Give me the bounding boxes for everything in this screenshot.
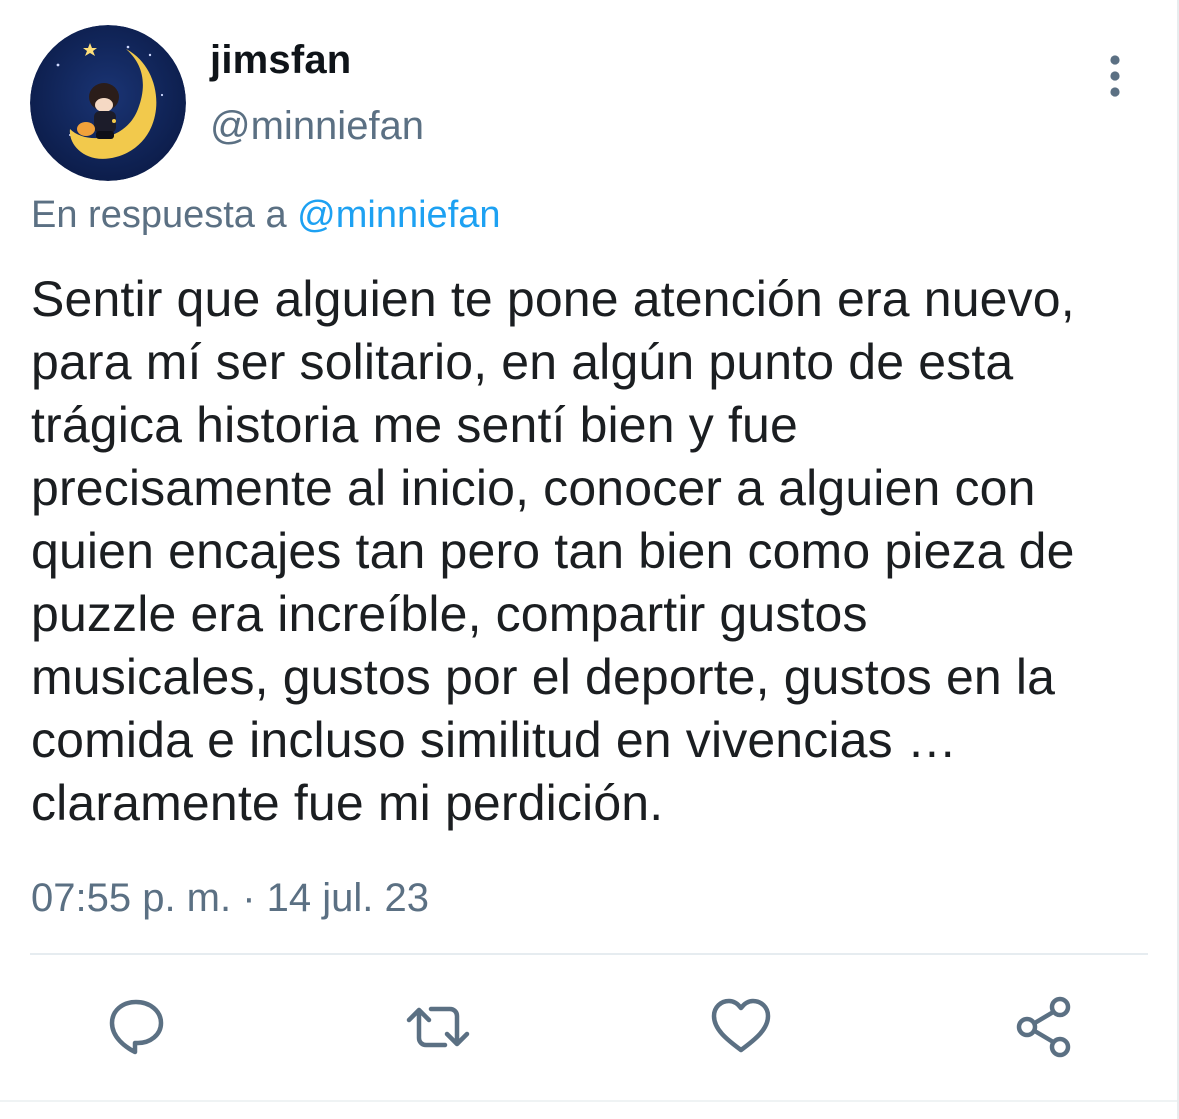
display-name[interactable]: jimsfan — [210, 38, 351, 83]
like-button[interactable] — [708, 994, 774, 1060]
tweet-detail: jimsfan @minniefan En respuesta a @minni… — [0, 0, 1179, 1119]
user-handle[interactable]: @minniefan — [210, 104, 424, 149]
retweet-button[interactable] — [405, 994, 471, 1060]
reply-mention-link[interactable]: @minniefan — [297, 194, 500, 236]
heart-icon — [711, 998, 771, 1053]
tweet-timestamp[interactable]: 07:55 p. m. · 14 jul. 23 — [31, 876, 429, 921]
reply-context: En respuesta a @minniefan — [31, 194, 501, 237]
reply-button[interactable] — [103, 994, 169, 1060]
share-icon — [1016, 996, 1071, 1058]
more-options-icon[interactable] — [1096, 52, 1134, 102]
share-button[interactable] — [1012, 994, 1078, 1060]
divider — [30, 953, 1148, 955]
speech-bubble-icon — [109, 999, 164, 1055]
tweet-text: Sentir que alguien te pone atención era … — [31, 271, 1075, 831]
retweet-icon — [406, 1006, 470, 1048]
avatar[interactable] — [30, 25, 186, 181]
reply-prefix: En respuesta a — [31, 194, 287, 236]
bottom-divider — [0, 1100, 1179, 1102]
